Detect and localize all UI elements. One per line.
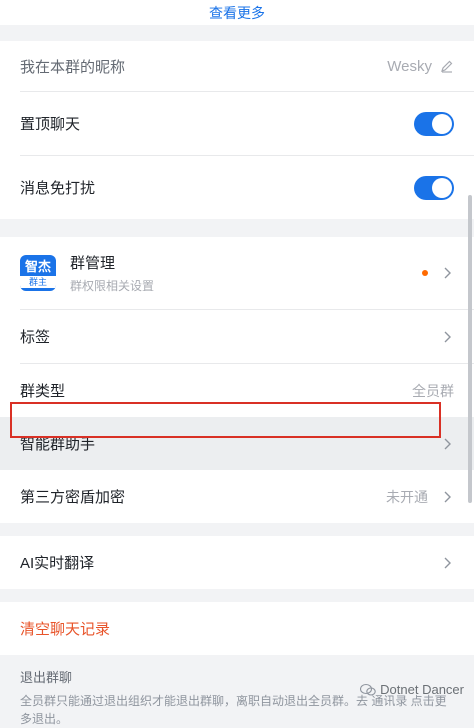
watermark: Dotnet Dancer [360, 682, 464, 697]
scrollbar[interactable] [468, 195, 472, 503]
wechat-icon [360, 683, 376, 696]
chevron-right-icon [444, 557, 451, 568]
pin-chat-row: 置顶聊天 [0, 92, 474, 155]
chevron-right-icon [444, 438, 451, 449]
ai-translate-label: AI实时翻译 [20, 555, 95, 572]
encryption-label: 第三方密盾加密 [20, 489, 126, 506]
chevron-right-icon [444, 331, 451, 342]
group-owner-avatar: 智杰 群主 [20, 255, 56, 291]
pin-chat-toggle[interactable] [414, 111, 454, 136]
chevron-right-icon [444, 491, 451, 502]
edit-pencil-icon[interactable] [440, 59, 454, 73]
group-manage-subtitle: 群权限相关设置 [70, 279, 155, 293]
view-more-label: 查看更多 [209, 4, 265, 21]
view-more-link[interactable]: 查看更多 [0, 0, 474, 25]
chevron-right-icon [444, 267, 451, 279]
group-type-row: 群类型 全员群 [0, 364, 474, 417]
clear-history-label: 清空聊天记录 [20, 621, 111, 638]
tags-row[interactable]: 标签 [0, 310, 474, 363]
encryption-value: 未开通 [386, 488, 428, 505]
pin-chat-label: 置顶聊天 [20, 116, 81, 133]
notification-dot [422, 270, 428, 276]
nickname-label: 我在本群的昵称 [20, 58, 126, 76]
clear-history-row[interactable]: 清空聊天记录 [0, 602, 474, 655]
mute-label: 消息免打扰 [20, 180, 96, 197]
group-type-label: 群类型 [20, 383, 66, 400]
ai-translate-row[interactable]: AI实时翻译 [0, 536, 474, 589]
mute-toggle[interactable] [414, 175, 454, 200]
avatar-role: 群主 [20, 275, 56, 288]
mute-row: 消息免打扰 [0, 156, 474, 219]
group-info-card: 智杰 群主 群管理 群权限相关设置 标签 群类型 全员群 智能群助手 第三方密盾… [0, 237, 474, 523]
group-manage-title: 群管理 [70, 255, 116, 272]
avatar-name: 智杰 [24, 258, 51, 274]
tags-label: 标签 [20, 329, 51, 346]
group-manage-row[interactable]: 智杰 群主 群管理 群权限相关设置 [0, 237, 474, 309]
smart-assistant-row[interactable]: 智能群助手 [0, 417, 474, 470]
chat-settings-card: 我在本群的昵称 Wesky 置顶聊天 消息免打扰 [0, 41, 474, 219]
smart-assistant-label: 智能群助手 [20, 436, 96, 453]
group-type-value: 全员群 [412, 382, 454, 399]
nickname-value: Wesky [387, 57, 432, 75]
encryption-row[interactable]: 第三方密盾加密 未开通 [0, 470, 474, 523]
watermark-text: Dotnet Dancer [380, 682, 464, 697]
clear-card: 清空聊天记录 [0, 602, 474, 655]
exit-group-description: 全员群只能通过退出组织才能退出群聊，离职自动退出全员群。去 通讯录 点击更多退出… [20, 694, 447, 726]
translate-card: AI实时翻译 [0, 536, 474, 589]
nickname-row[interactable]: 我在本群的昵称 Wesky [0, 41, 474, 91]
